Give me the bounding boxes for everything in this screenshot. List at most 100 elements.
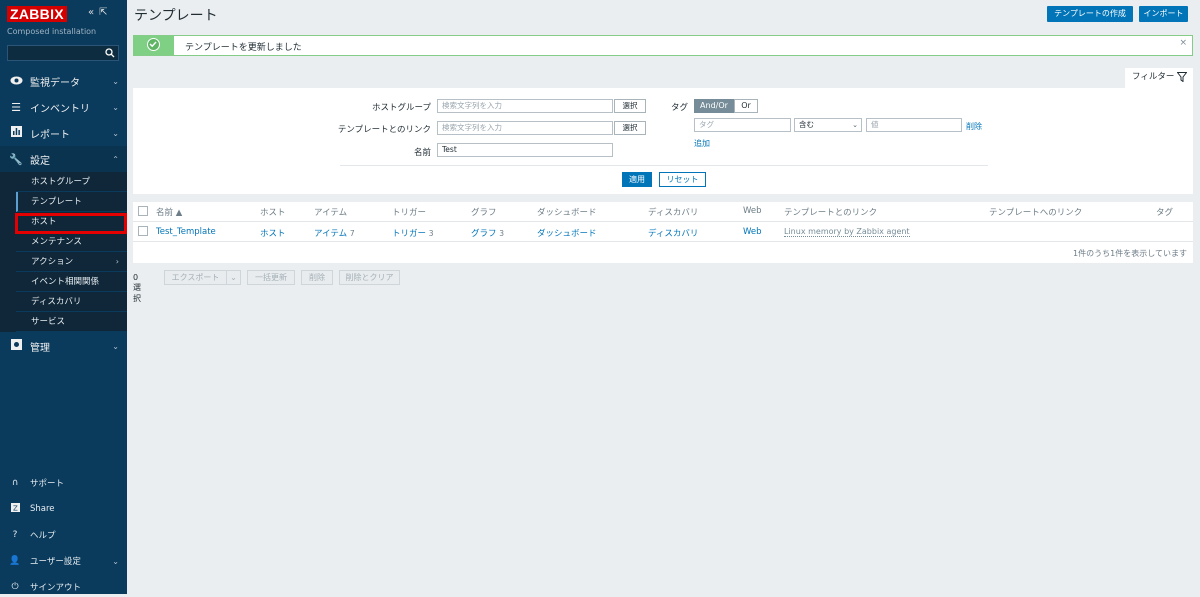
user-icon: 👤 [9,556,21,566]
linked-template-link[interactable]: Linux memory by Zabbix agent [784,227,910,237]
import-button[interactable]: インポート [1139,6,1188,22]
apply-button[interactable]: 適用 [622,172,652,187]
header-divider [133,221,1193,222]
and-or-toggle[interactable]: And/Or [694,99,734,113]
tag-remove-link[interactable]: 削除 [966,121,982,132]
template-name-link[interactable]: Test_Template [156,227,216,237]
selected-count: 0 選択 [133,273,141,303]
submenu-discovery[interactable]: ディスカバリ [16,292,127,312]
graphs-count: 3 [499,229,504,238]
name-input[interactable]: Test [437,143,613,157]
tag-add-link[interactable]: 追加 [694,138,710,149]
logo-row: ZABBIX [7,6,67,22]
operator-value: 含む [799,120,814,129]
row-checkbox[interactable] [138,226,148,236]
items-count: 7 [349,229,355,238]
name-label: 名前 [413,148,431,158]
header-discovery: ディスカバリ [648,208,699,218]
chevron-down-icon: ⌄ [112,341,119,351]
linked-templates-input[interactable]: 検索文字列を入力 [437,121,613,135]
submenu-actions[interactable]: アクション › [16,252,127,272]
admin-icon [9,339,23,353]
chevron-down-icon: ⌄ [852,121,858,129]
templates-table: 名前 ▲ ホスト アイテム トリガー グラフ ダッシュボード ディスカバリ We… [133,202,1193,263]
submenu-host-groups[interactable]: ホストグループ [16,172,127,192]
report-icon [9,126,23,140]
menu-share[interactable]: Z Share [0,499,127,519]
delete-clear-button[interactable]: 削除とクリア [339,270,400,285]
list-icon: ☰ [11,100,21,114]
header-triggers: トリガー [392,208,427,218]
table-footer: 1件のうち1件を表示しています [1073,249,1187,258]
hosts-link[interactable]: ホスト [260,227,286,239]
menu-reports[interactable]: レポート ⌄ [0,120,127,146]
dashboards-link[interactable]: ダッシュボード [537,227,597,239]
select-all-checkbox[interactable] [138,206,148,216]
menu-monitoring[interactable]: 監視データ ⌄ [0,68,127,94]
row-divider [133,241,1193,242]
or-toggle[interactable]: Or [734,99,758,113]
check-icon [147,38,160,51]
triggers-count: 3 [428,229,434,238]
menu-user-settings[interactable]: 👤 ユーザー設定 ⌄ [0,551,127,571]
collapse-icon[interactable]: « [88,7,99,18]
menu-help[interactable]: ? ヘルプ [0,525,127,545]
discovery-link[interactable]: ディスカバリ [648,227,698,239]
chevron-right-icon: › [115,257,119,266]
submenu-gutter [0,172,16,332]
submenu-event-correlation[interactable]: イベント相関関係 [16,272,127,292]
close-icon[interactable]: × [1179,38,1187,48]
header-graphs: グラフ [471,208,497,218]
success-indicator [134,36,174,55]
headset-icon: ∩ [11,478,19,488]
mass-update-button[interactable]: 一括更新 [247,270,295,285]
menu-label: インベントリ [30,103,90,115]
export-dropdown[interactable]: ⌄ [226,270,241,285]
header-hosts: ホスト [260,208,286,218]
menu-sign-out[interactable]: ⏻ サインアウト [0,577,127,597]
tag-value-input[interactable]: 値 [866,118,962,132]
web-link[interactable]: Web [743,227,762,237]
chevron-up-icon: ⌃ [112,154,119,164]
menu-configuration[interactable]: 🔧 設定 ⌃ [0,146,127,172]
kiosk-icon[interactable]: ⇱ [99,7,112,18]
chevron-down-icon: ⌄ [112,128,119,138]
header-linked-to-templates: テンプレートへのリンク [989,208,1083,218]
items-cell: アイテム 7 [314,227,355,239]
create-template-button[interactable]: テンプレートの作成 [1047,6,1133,22]
linked-templates-label: テンプレートとのリンク [337,125,431,135]
menu-administration[interactable]: 管理 ⌄ [0,333,127,359]
linked-templates-select-button[interactable]: 選択 [614,121,646,135]
highlight-box [15,213,127,234]
submenu-maintenance[interactable]: メンテナンス [16,232,127,252]
delete-button[interactable]: 削除 [301,270,333,285]
sidebar-search-input[interactable] [7,45,119,61]
server-name: Composed installation [7,27,97,36]
menu-label: サポート [30,479,65,489]
items-link[interactable]: アイテム [314,229,347,239]
tag-name-input[interactable]: タグ [694,118,791,132]
header-dashboards: ダッシュボード [537,208,597,218]
host-group-select-button[interactable]: 選択 [614,99,646,113]
reset-button[interactable]: リセット [659,172,706,187]
header-name[interactable]: 名前 ▲ [156,206,182,218]
filter-tab[interactable]: フィルター [1125,68,1193,88]
menu-label: 設定 [30,155,50,167]
submenu-services[interactable]: サービス [16,312,127,332]
chevron-down-icon: ⌄ [112,102,119,112]
submenu-templates[interactable]: テンプレート [16,192,127,212]
tag-operator-select[interactable]: 含む ⌄ [794,118,862,132]
export-button[interactable]: エクスポート [164,270,227,285]
sidebar-controls: «⇱ [88,7,113,18]
message-text: テンプレートを更新しました [185,43,302,53]
zabbix-logo[interactable]: ZABBIX [7,6,67,22]
chevron-down-icon: ⌄ [112,76,119,86]
menu-label: レポート [30,129,70,141]
header-web: Web [743,206,762,216]
search-icon[interactable] [105,48,115,61]
menu-support[interactable]: ∩ サポート [0,473,127,493]
host-group-input[interactable]: 検索文字列を入力 [437,99,613,113]
menu-inventory[interactable]: ☰ インベントリ ⌄ [0,94,127,120]
triggers-link[interactable]: トリガー [392,229,426,239]
graphs-link[interactable]: グラフ [471,229,497,239]
